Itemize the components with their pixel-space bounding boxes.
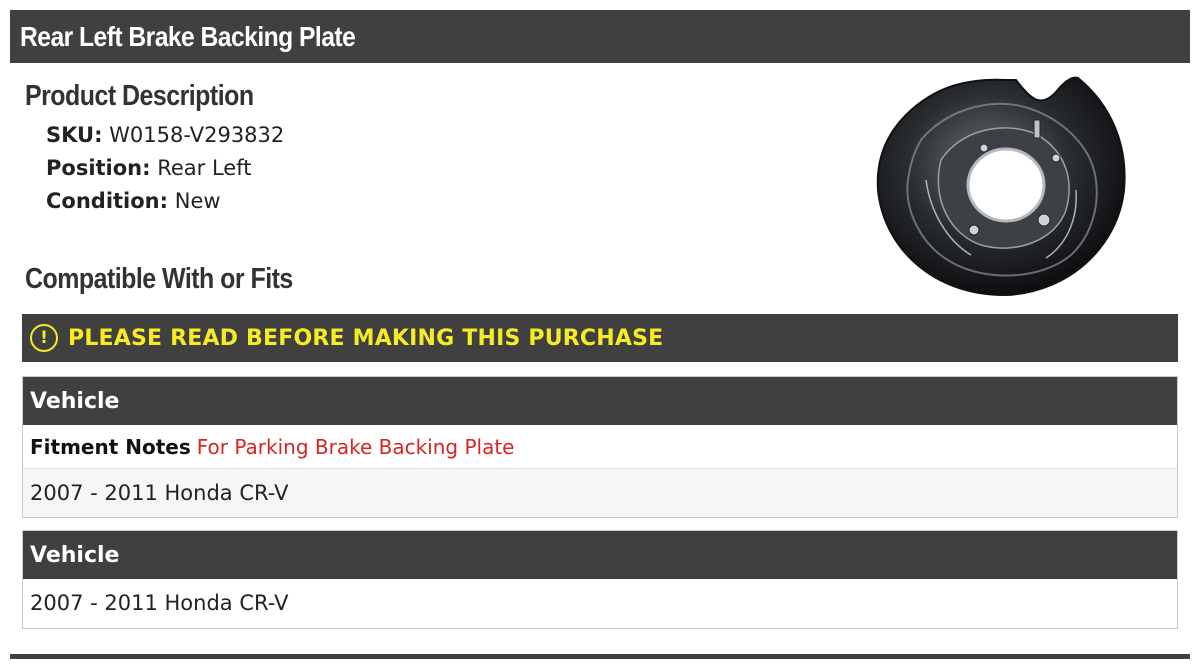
exclamation-circle-icon: !: [30, 324, 58, 352]
fitment-notes-value: For Parking Brake Backing Plate: [196, 434, 515, 459]
vehicle-table-header: Vehicle: [23, 531, 1177, 579]
compatibility-heading: Compatible With or Fits: [25, 263, 293, 295]
spec-value: W0158-V293832: [109, 123, 285, 147]
spec-label: Position:: [46, 156, 151, 180]
title-bar: Rear Left Brake Backing Plate: [10, 10, 1190, 63]
product-description-heading: Product Description: [25, 80, 254, 112]
purchase-warning-banner[interactable]: ! PLEASE READ BEFORE MAKING THIS PURCHAS…: [22, 314, 1178, 362]
spec-label: SKU:: [46, 123, 103, 147]
vehicle-table-header: Vehicle: [23, 377, 1177, 425]
spec-label: Condition:: [46, 189, 169, 213]
page-title: Rear Left Brake Backing Plate: [20, 20, 356, 52]
product-image: [876, 76, 1126, 297]
spec-sku: SKU: W0158-V293832: [46, 123, 284, 147]
bottom-divider: [10, 654, 1190, 659]
spec-condition: Condition: New: [46, 189, 221, 213]
vehicle-table: Vehicle Fitment Notes For Parking Brake …: [22, 376, 1178, 518]
vehicle-row: 2007 - 2011 Honda CR-V: [23, 469, 1177, 517]
spec-value: New: [174, 189, 221, 213]
vehicle-row: 2007 - 2011 Honda CR-V: [30, 591, 289, 615]
spec-value: Rear Left: [157, 156, 252, 180]
spec-position: Position: Rear Left: [46, 156, 251, 180]
vehicle-table: Vehicle 2007 - 2011 Honda CR-V: [22, 530, 1178, 629]
warning-text: PLEASE READ BEFORE MAKING THIS PURCHASE: [68, 325, 664, 351]
fitment-notes: Fitment Notes For Parking Brake Backing …: [23, 425, 1177, 469]
fitment-notes-label: Fitment Notes: [30, 434, 191, 459]
